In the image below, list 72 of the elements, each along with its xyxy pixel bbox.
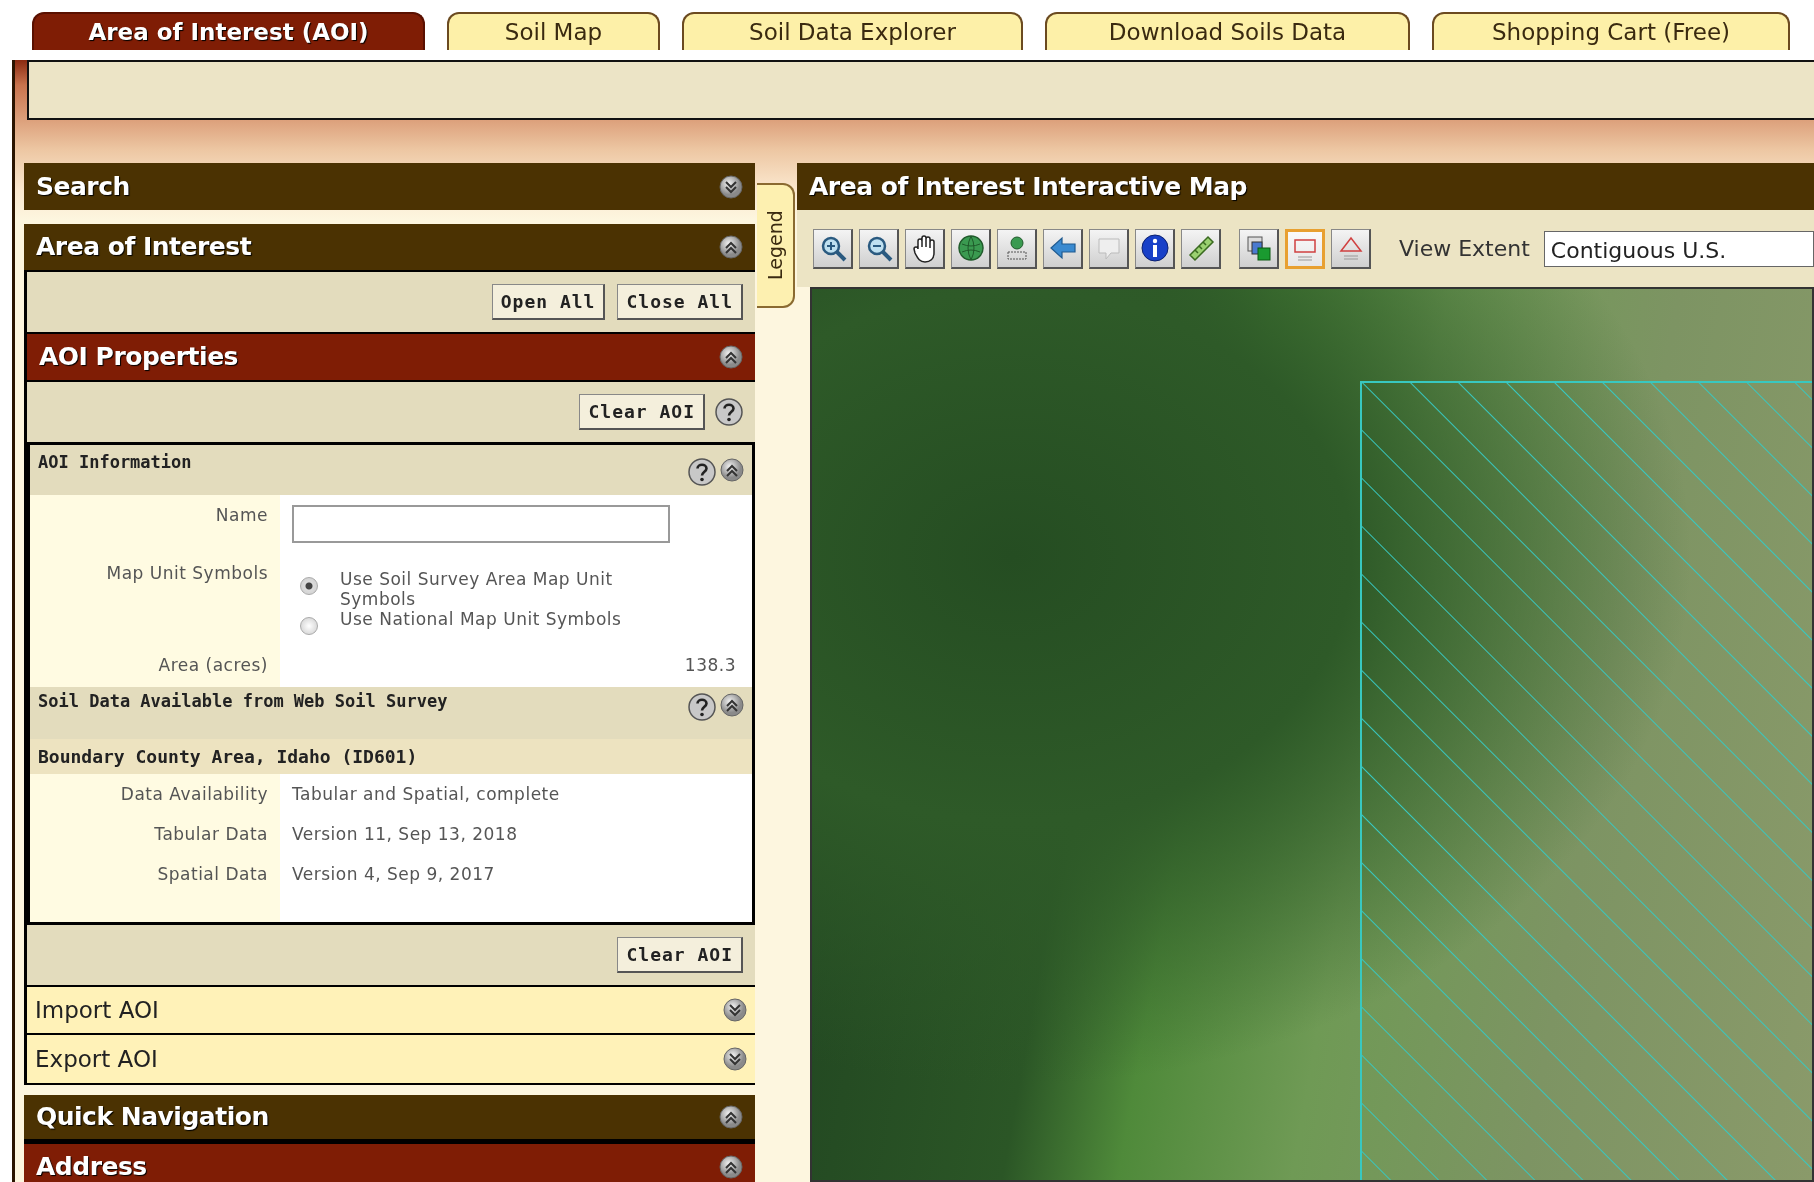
collapse-icon[interactable] xyxy=(719,345,743,369)
subsection-title: Import AOI xyxy=(35,995,159,1025)
field-value: Version 11, Sep 13, 2018 xyxy=(292,824,518,844)
globe-icon xyxy=(955,233,986,263)
tab[interactable]: Soil Map xyxy=(447,12,660,50)
view-extent-label: View Extent xyxy=(1399,235,1530,263)
map-tool-button[interactable] xyxy=(1239,228,1279,269)
radio-button[interactable] xyxy=(300,617,318,635)
section-title: Search xyxy=(36,170,130,203)
tab[interactable]: Download Soils Data xyxy=(1045,12,1410,50)
subsection-header[interactable]: Soil Data Available from Web Soil Survey xyxy=(30,687,752,739)
section-header[interactable]: Area of Interest xyxy=(24,224,755,272)
clear-aoi-button[interactable]: Clear AOI xyxy=(617,937,743,973)
section-title: Quick Navigation xyxy=(36,1101,269,1134)
help-icon[interactable] xyxy=(715,398,743,426)
survey-area-title: Boundary County Area, Idaho (ID601) xyxy=(30,739,752,774)
subsection-title: Soil Data Available from Web Soil Survey xyxy=(38,690,448,713)
field-label: Area (acres) xyxy=(158,655,268,675)
expand-icon[interactable] xyxy=(723,1047,747,1071)
view-extent-dropdown[interactable]: Contiguous U.S. xyxy=(1543,230,1814,267)
subsection-header[interactable]: AOI Information xyxy=(30,445,752,495)
map-tool-button[interactable] xyxy=(997,228,1037,269)
collapse-icon[interactable] xyxy=(720,693,744,717)
legend-tab[interactable]: Legend xyxy=(757,183,795,308)
info-icon xyxy=(1139,233,1170,263)
map-tool-button[interactable] xyxy=(1043,228,1083,269)
subsection-title: Export AOI xyxy=(35,1044,158,1074)
field-label: Spatial Data xyxy=(157,864,268,884)
section-title: AOI Properties xyxy=(39,341,238,374)
subsection-header[interactable]: Export AOI xyxy=(27,1035,755,1085)
toolbar-button[interactable]: Close All xyxy=(617,284,743,320)
field-value: Tabular and Spatial, complete xyxy=(292,784,560,804)
expand-icon[interactable] xyxy=(719,174,743,199)
map-tool-button[interactable] xyxy=(859,228,899,269)
map-tool-button[interactable] xyxy=(1331,228,1371,269)
map-title: Area of Interest Interactive Map xyxy=(809,170,1247,203)
tab[interactable]: Shopping Cart (Free) xyxy=(1432,12,1790,50)
section-header[interactable]: AOI Properties xyxy=(27,332,755,382)
expand-icon[interactable] xyxy=(723,998,747,1022)
map-tool-button[interactable] xyxy=(1135,228,1175,269)
collapse-icon[interactable] xyxy=(719,235,743,259)
tab[interactable]: Soil Data Explorer xyxy=(682,12,1023,50)
section-header[interactable]: Address xyxy=(24,1142,755,1182)
section-title: Address xyxy=(36,1151,147,1182)
section-header[interactable]: Quick Navigation xyxy=(24,1095,755,1142)
area-value: 138.3 xyxy=(684,654,736,677)
section-title: Area of Interest xyxy=(36,231,252,264)
field-label: Data Availability xyxy=(120,784,268,804)
field-label: Map Unit Symbols xyxy=(106,563,268,583)
field-label: Name xyxy=(215,505,268,525)
map-tool-button[interactable] xyxy=(951,228,991,269)
field-value: Version 4, Sep 9, 2017 xyxy=(292,864,495,884)
map-tool-button[interactable] xyxy=(1089,228,1129,269)
toolbar-button[interactable]: Open All xyxy=(491,284,606,320)
help-icon[interactable] xyxy=(688,693,716,721)
map-tool-button[interactable] xyxy=(813,228,853,269)
map-tool-button[interactable] xyxy=(1181,228,1221,269)
collapse-icon[interactable] xyxy=(719,1155,743,1179)
name-input-field[interactable] xyxy=(292,505,670,543)
section-header[interactable]: Search xyxy=(24,163,755,210)
subsection-title: AOI Information xyxy=(38,451,192,474)
collapse-icon[interactable] xyxy=(720,458,744,482)
radio-label[interactable]: Use National Map Unit Symbols xyxy=(334,609,624,629)
map-tool-button[interactable] xyxy=(905,228,945,269)
subsection-header[interactable]: Import AOI xyxy=(27,985,755,1035)
collapse-icon[interactable] xyxy=(719,1105,743,1129)
tab[interactable]: Area of Interest (AOI) xyxy=(32,12,425,50)
clear-aoi-button[interactable]: Clear AOI xyxy=(579,394,705,430)
field-label: Tabular Data xyxy=(154,824,268,844)
radio-button[interactable] xyxy=(300,577,318,595)
radio-label[interactable]: Use Soil Survey Area Map Unit Symbols xyxy=(334,569,624,609)
help-icon[interactable] xyxy=(688,458,716,486)
